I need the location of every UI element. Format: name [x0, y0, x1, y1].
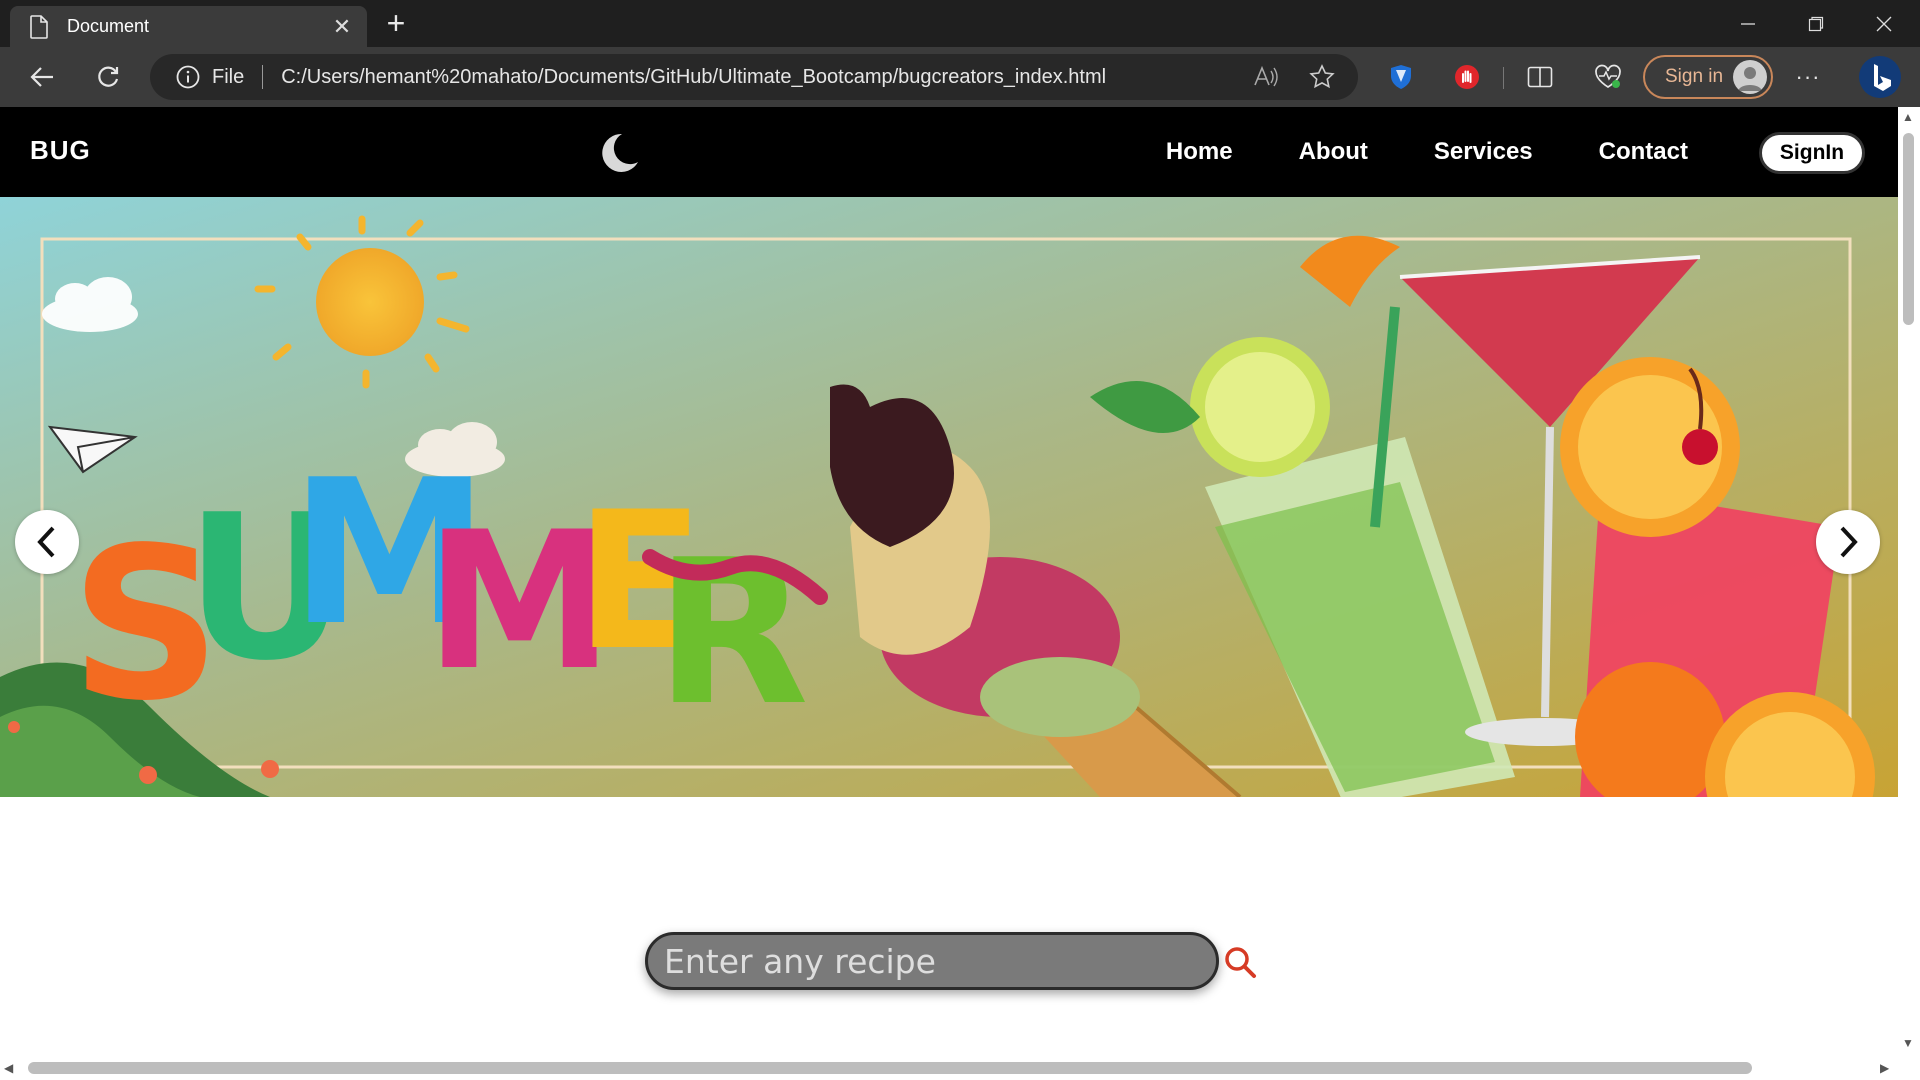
minimize-window-button[interactable] — [1714, 0, 1782, 47]
nav-link-about[interactable]: About — [1299, 138, 1368, 166]
tab-title: Document — [67, 16, 150, 36]
browser-essentials-button[interactable] — [1588, 57, 1628, 97]
close-icon — [1876, 16, 1892, 31]
restore-window-button[interactable] — [1782, 0, 1850, 47]
stop-hand-icon — [1455, 65, 1479, 89]
recipe-search — [645, 932, 1258, 992]
nav-link-contact[interactable]: Contact — [1599, 138, 1688, 166]
browser-toolbar: File C:/Users/hemant%20mahato/Documents/… — [0, 47, 1920, 107]
site-navbar: BUG Home About Services Contact SignIn — [0, 107, 1898, 197]
star-icon — [1309, 64, 1335, 89]
browser-tab[interactable]: Document ✕ — [10, 6, 367, 47]
nav-link-home[interactable]: Home — [1166, 138, 1233, 166]
browser-signin-button[interactable]: Sign in — [1643, 55, 1773, 99]
address-separator — [262, 65, 264, 89]
adblock-extension-button[interactable] — [1447, 57, 1487, 97]
bing-icon — [1859, 56, 1901, 98]
shield-icon — [1391, 65, 1411, 89]
url-text[interactable]: C:/Users/hemant%20mahato/Documents/GitHu… — [281, 66, 1246, 89]
tab-strip: Document ✕ + — [0, 0, 1920, 47]
horizontal-scroll-thumb[interactable] — [28, 1062, 1752, 1074]
copilot-button[interactable] — [1856, 53, 1904, 101]
recipe-search-input[interactable] — [645, 932, 1219, 990]
info-icon[interactable] — [176, 65, 200, 89]
new-tab-button[interactable]: + — [378, 7, 414, 40]
restore-icon — [1808, 16, 1824, 31]
settings-more-button[interactable]: ··· — [1788, 57, 1828, 97]
back-arrow-icon — [30, 67, 53, 87]
refresh-button[interactable] — [88, 57, 128, 97]
web-page: BUG Home About Services Contact SignIn S… — [0, 107, 1898, 1060]
vertical-scroll-thumb[interactable] — [1903, 133, 1914, 325]
signin-button[interactable]: SignIn — [1759, 132, 1865, 174]
read-aloud-button[interactable] — [1246, 57, 1286, 97]
svg-text:R: R — [655, 517, 809, 750]
favorite-button[interactable] — [1302, 57, 1342, 97]
nav-menu: Home About Services Contact — [1166, 107, 1688, 197]
close-tab-icon[interactable]: ✕ — [327, 12, 357, 42]
search-icon[interactable] — [1222, 944, 1258, 980]
moon-icon[interactable] — [596, 132, 640, 174]
heart-pulse-icon — [1595, 64, 1621, 88]
more-dots-icon: ··· — [1795, 64, 1821, 89]
split-screen-button[interactable] — [1520, 57, 1560, 97]
refresh-icon — [98, 66, 119, 87]
profile-avatar-icon — [1733, 60, 1767, 94]
back-button[interactable] — [22, 57, 62, 97]
address-bar[interactable]: File C:/Users/hemant%20mahato/Documents/… — [150, 54, 1358, 100]
document-icon — [30, 14, 48, 39]
address-prefix: File — [212, 65, 245, 88]
site-brand[interactable]: BUG — [30, 135, 91, 166]
toolbar-divider — [1503, 67, 1504, 89]
browser-signin-label: Sign in — [1665, 66, 1724, 87]
scroll-left-arrow-icon[interactable]: ◀ — [4, 1061, 13, 1075]
carousel-next-button[interactable] — [1816, 510, 1880, 574]
chevron-right-icon — [1840, 526, 1858, 558]
nav-link-services[interactable]: Services — [1434, 138, 1533, 166]
carousel-prev-button[interactable] — [15, 510, 79, 574]
scroll-up-arrow-icon[interactable]: ▲ — [1902, 110, 1914, 124]
minimize-icon — [1741, 22, 1755, 25]
split-screen-icon — [1527, 66, 1553, 88]
shield-extension-button[interactable] — [1381, 57, 1421, 97]
chevron-left-icon — [37, 526, 55, 558]
hero-carousel: S U M M E R — [0, 197, 1898, 797]
scroll-down-arrow-icon[interactable]: ▼ — [1902, 1036, 1914, 1050]
read-aloud-icon — [1254, 65, 1278, 87]
close-window-button[interactable] — [1850, 0, 1918, 47]
summer-banner-image: S U M M E R — [0, 197, 1898, 797]
scroll-right-arrow-icon[interactable]: ▶ — [1880, 1061, 1889, 1075]
